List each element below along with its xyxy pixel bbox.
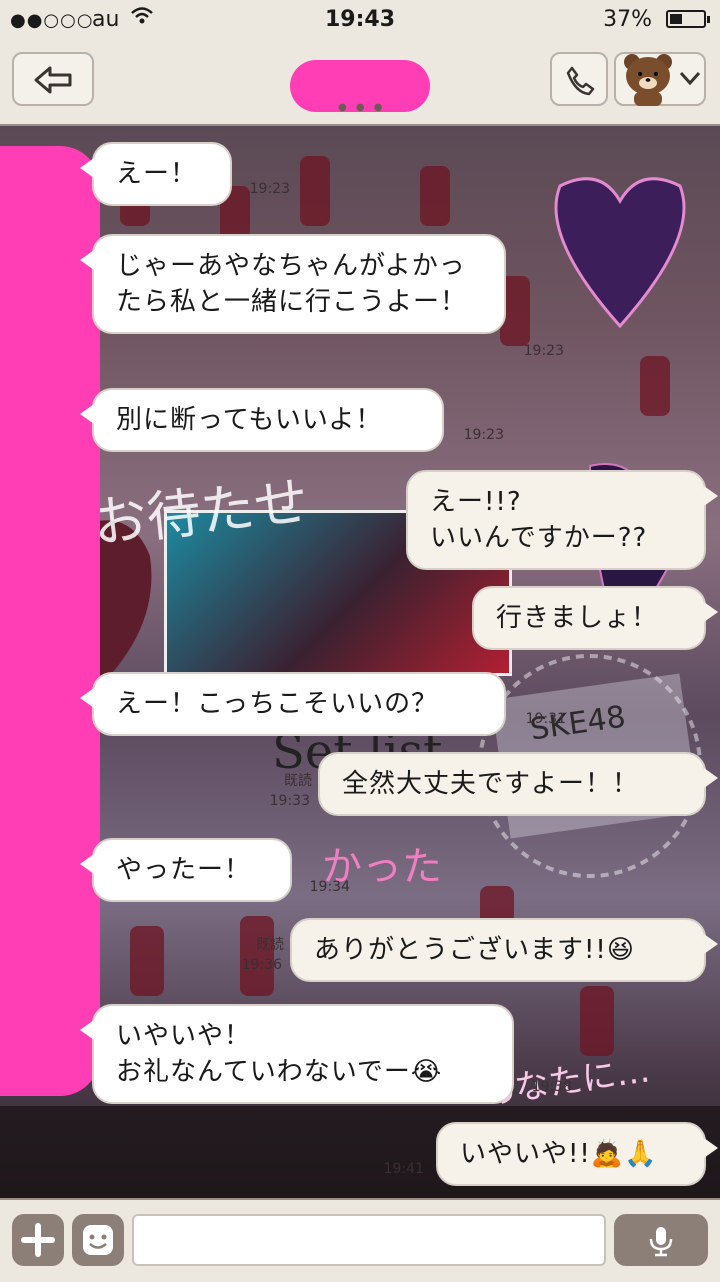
back-button[interactable]	[12, 52, 94, 106]
menu-button[interactable]	[614, 52, 706, 106]
message-bubble[interactable]: いやいや!!🙇🙏	[436, 1122, 718, 1186]
message-bubble[interactable]: いやいや！ お礼なんていわないでー😭	[80, 1004, 514, 1104]
page-indicator: ● ● ●	[338, 102, 386, 113]
add-button[interactable]	[12, 1214, 64, 1266]
emoji-button[interactable]	[72, 1214, 124, 1266]
message-time: 19:36	[241, 957, 282, 973]
battery-percent: 37%	[603, 7, 652, 32]
read-receipt: 既読	[284, 773, 312, 789]
battery-fill	[670, 14, 682, 24]
message-bubble[interactable]: 行きましょ！	[472, 586, 718, 650]
message-bubble[interactable]: 別に断ってもいいよ！	[80, 388, 444, 452]
read-receipt: 既読	[256, 937, 284, 953]
status-bar: ●●○○○ au 19:43 37%	[0, 0, 720, 40]
message-time: 19:23	[523, 343, 564, 359]
input-bar	[0, 1198, 720, 1282]
message-time: 19:33	[269, 793, 310, 809]
call-button[interactable]	[550, 52, 608, 106]
back-arrow-icon	[34, 66, 72, 94]
message-bubble[interactable]: 全然大丈夫ですよー！！	[318, 752, 718, 816]
message-time: 19:23	[463, 427, 504, 443]
microphone-icon	[649, 1227, 673, 1257]
chat-area[interactable]: お待たせ Set list SKE48 かった あなたに… えー！ 19:23 …	[0, 126, 720, 1198]
chat-header: ● ● ●	[0, 40, 720, 126]
message-bubble[interactable]: えー！	[80, 142, 232, 206]
message-time: 19:23	[249, 181, 290, 197]
voice-button[interactable]	[614, 1214, 708, 1266]
emoji-icon	[83, 1225, 113, 1255]
phone-icon	[566, 66, 595, 96]
message-time: 19:41	[383, 1161, 424, 1177]
chevron-down-icon	[679, 71, 701, 86]
message-time: 19:38	[531, 1079, 572, 1095]
battery-icon	[666, 10, 710, 28]
plus-icon	[21, 1223, 55, 1257]
message-bubble[interactable]: えー！こっちこそいいの？	[80, 672, 506, 736]
message-time: 19:34	[309, 879, 350, 895]
bear-sticker-icon	[624, 54, 672, 106]
message-bubble[interactable]: えー!!? いいんですかー??	[406, 470, 718, 570]
message-time: 19:31	[525, 711, 566, 727]
message-bubble[interactable]: ありがとうございます!!😆	[290, 918, 718, 982]
message-bubble[interactable]: じゃーあやなちゃんがよかったら私と一緒に行こうよー！	[80, 234, 506, 334]
message-bubble[interactable]: やったー！	[80, 838, 292, 902]
sender-avatar-redacted	[0, 146, 100, 1096]
message-input[interactable]	[132, 1214, 606, 1266]
